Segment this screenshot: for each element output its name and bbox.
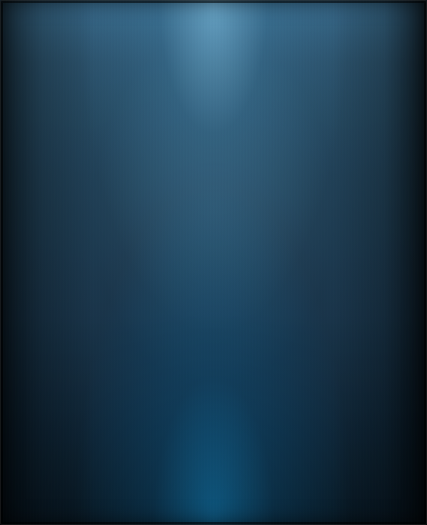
screen-border [0,0,427,525]
dark-blue-gradient-background [0,0,427,525]
